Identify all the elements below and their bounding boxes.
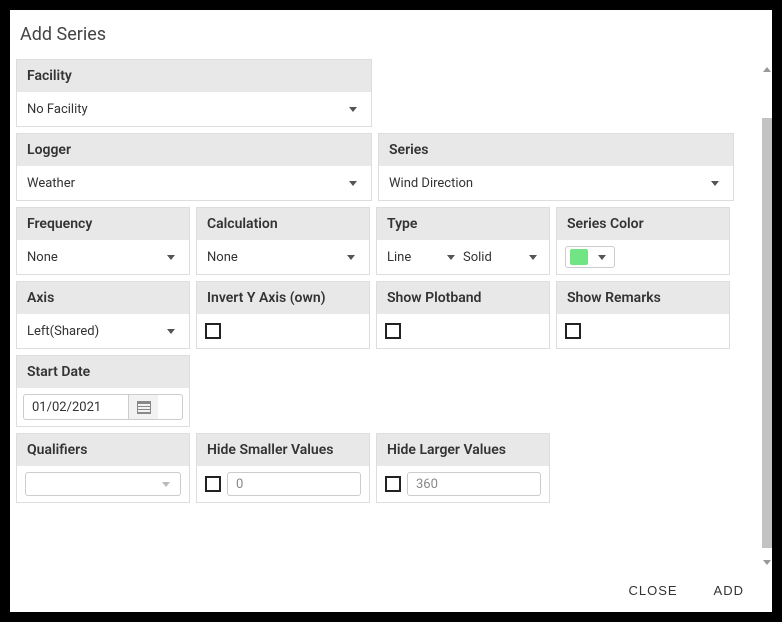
- facility-label: Facility: [17, 60, 371, 92]
- calculation-select[interactable]: None: [205, 246, 361, 268]
- frequency-value: None: [27, 250, 161, 265]
- axis-label: Axis: [17, 282, 189, 314]
- calculation-value: None: [207, 250, 341, 265]
- facility-select[interactable]: No Facility: [25, 98, 363, 120]
- invert-y-group: Invert Y Axis (own): [196, 281, 370, 349]
- show-plotband-group: Show Plotband: [376, 281, 550, 349]
- chevron-down-icon: [349, 107, 357, 112]
- hide-smaller-checkbox[interactable]: [205, 476, 221, 492]
- logger-value: Weather: [27, 176, 343, 191]
- color-swatch: [570, 249, 588, 265]
- chevron-down-icon: [347, 255, 355, 260]
- hide-smaller-input[interactable]: 0: [227, 472, 361, 496]
- type-chart-select[interactable]: Line: [385, 246, 461, 268]
- chevron-down-icon: [167, 329, 175, 334]
- calculation-label: Calculation: [197, 208, 369, 240]
- type-style-select[interactable]: Solid: [461, 246, 543, 268]
- hide-larger-group: Hide Larger Values 360: [376, 433, 550, 503]
- scrollbar-thumb[interactable]: [762, 118, 772, 548]
- calendar-icon: [137, 401, 151, 414]
- chevron-down-icon: [711, 181, 719, 186]
- close-button[interactable]: CLOSE: [628, 583, 677, 598]
- start-date-group: Start Date 01/02/2021: [16, 355, 190, 427]
- hide-larger-checkbox[interactable]: [385, 476, 401, 492]
- chevron-down-icon: [162, 482, 170, 487]
- axis-select[interactable]: Left(Shared): [25, 320, 181, 342]
- start-date-input[interactable]: 01/02/2021: [24, 395, 128, 419]
- facility-value: No Facility: [27, 102, 343, 117]
- dialog-title: Add Series: [10, 10, 772, 53]
- start-date-label: Start Date: [17, 356, 189, 388]
- hide-smaller-label: Hide Smaller Values: [197, 434, 369, 466]
- logger-select[interactable]: Weather: [25, 172, 363, 194]
- axis-group: Axis Left(Shared): [16, 281, 190, 349]
- type-group: Type Line Solid: [376, 207, 550, 275]
- hide-larger-input[interactable]: 360: [407, 472, 541, 496]
- frequency-select[interactable]: None: [25, 246, 181, 268]
- scroll-up-icon[interactable]: [762, 65, 772, 73]
- series-label: Series: [379, 134, 733, 166]
- show-remarks-group: Show Remarks: [556, 281, 730, 349]
- series-value: Wind Direction: [389, 176, 705, 191]
- dialog-footer: CLOSE ADD: [10, 568, 772, 612]
- add-series-dialog: Add Series Facility No Facility Logger: [10, 10, 772, 612]
- axis-value: Left(Shared): [27, 324, 161, 339]
- show-plotband-checkbox[interactable]: [385, 323, 401, 339]
- qualifiers-select[interactable]: [25, 472, 181, 496]
- chevron-down-icon: [529, 255, 537, 260]
- qualifiers-group: Qualifiers: [16, 433, 190, 503]
- logger-group: Logger Weather: [16, 133, 372, 201]
- type-style-value: Solid: [463, 250, 523, 265]
- show-remarks-label: Show Remarks: [557, 282, 729, 314]
- hide-smaller-group: Hide Smaller Values 0: [196, 433, 370, 503]
- show-plotband-label: Show Plotband: [377, 282, 549, 314]
- facility-group: Facility No Facility: [16, 59, 372, 127]
- chevron-down-icon: [349, 181, 357, 186]
- type-label: Type: [377, 208, 549, 240]
- add-button[interactable]: ADD: [714, 583, 744, 598]
- show-remarks-checkbox[interactable]: [565, 323, 581, 339]
- invert-y-label: Invert Y Axis (own): [197, 282, 369, 314]
- chevron-down-icon: [447, 255, 455, 260]
- start-date-field: 01/02/2021: [23, 394, 183, 420]
- series-select[interactable]: Wind Direction: [387, 172, 725, 194]
- frequency-group: Frequency None: [16, 207, 190, 275]
- series-color-label: Series Color: [557, 208, 729, 240]
- invert-y-checkbox[interactable]: [205, 323, 221, 339]
- calendar-button[interactable]: [128, 395, 158, 419]
- series-group: Series Wind Direction: [378, 133, 734, 201]
- logger-label: Logger: [17, 134, 371, 166]
- series-color-picker[interactable]: [565, 246, 615, 268]
- type-chart-value: Line: [387, 250, 441, 265]
- hide-larger-label: Hide Larger Values: [377, 434, 549, 466]
- calculation-group: Calculation None: [196, 207, 370, 275]
- scroll-down-icon[interactable]: [762, 558, 772, 566]
- chevron-down-icon: [167, 255, 175, 260]
- chevron-down-icon: [598, 255, 606, 260]
- frequency-label: Frequency: [17, 208, 189, 240]
- qualifiers-label: Qualifiers: [17, 434, 189, 466]
- dialog-body: Facility No Facility Logger Weather: [10, 53, 772, 568]
- series-color-group: Series Color: [556, 207, 730, 275]
